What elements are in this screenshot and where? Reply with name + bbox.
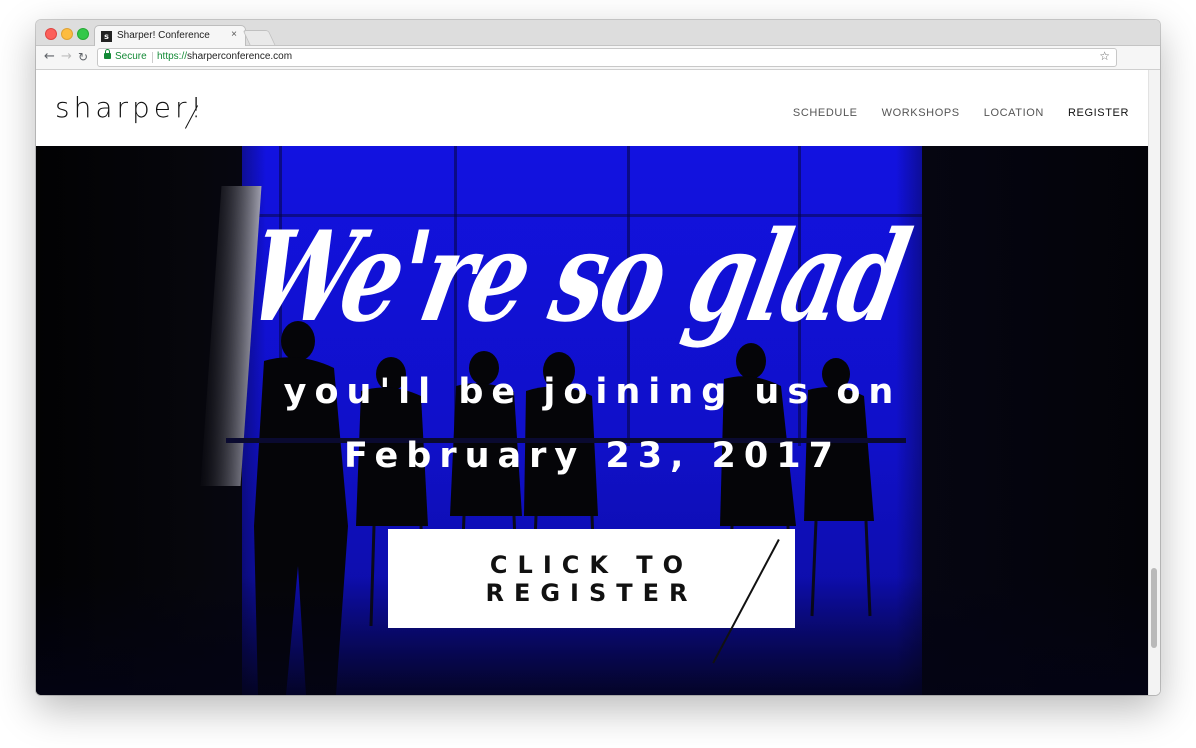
hero-section: We're so glad you'll be joining us on Fe…	[36, 146, 1149, 695]
nav-link-location[interactable]: LOCATION	[984, 107, 1044, 119]
minimize-window-button[interactable]	[61, 28, 73, 40]
site-header: sharper! SCHEDULE WORKSHOPS LOCATION REG…	[36, 70, 1149, 146]
address-divider	[152, 52, 153, 63]
tab-title: Sharper! Conference	[117, 30, 210, 41]
forward-arrow-icon[interactable]: →	[61, 49, 72, 65]
new-tab-button[interactable]	[242, 30, 276, 45]
url-text[interactable]: https://sharperconference.com	[157, 51, 292, 62]
address-bar[interactable]: Secure https://sharperconference.com ☆	[97, 48, 1117, 67]
bookmark-star-icon[interactable]: ☆	[1099, 49, 1110, 63]
browser-tab[interactable]: s Sharper! Conference ×	[94, 25, 246, 47]
page-viewport: sharper! SCHEDULE WORKSHOPS LOCATION REG…	[36, 70, 1160, 695]
click-to-register-button[interactable]: CLICK TO REGISTER	[388, 529, 795, 628]
close-window-button[interactable]	[45, 28, 57, 40]
nav-link-workshops[interactable]: WORKSHOPS	[882, 107, 960, 119]
back-arrow-icon[interactable]: ←	[44, 49, 55, 65]
browser-window: s Sharper! Conference × ← → ↻ Secure htt…	[36, 20, 1160, 695]
lock-icon	[104, 49, 111, 59]
nav-link-schedule[interactable]: SCHEDULE	[793, 107, 858, 119]
zoom-window-button[interactable]	[77, 28, 89, 40]
reload-icon[interactable]: ↻	[78, 49, 88, 65]
browser-toolbar: ← → ↻ Secure https://sharperconference.c…	[36, 46, 1160, 70]
site-logo[interactable]: sharper!	[55, 91, 206, 124]
tab-bar: s Sharper! Conference ×	[36, 20, 1160, 47]
favicon-icon: s	[101, 31, 112, 42]
scrollbar-thumb[interactable]	[1151, 568, 1157, 648]
hero-subline-joining: you'll be joining us on	[283, 372, 902, 412]
secure-label: Secure	[115, 51, 147, 62]
cta-label: CLICK TO REGISTER	[485, 550, 698, 607]
tab-close-icon[interactable]: ×	[231, 29, 237, 40]
url-scheme: https://	[157, 51, 188, 62]
url-host: sharperconference.com	[187, 51, 293, 62]
hero-headline: We're so glad	[236, 204, 918, 350]
hero-subline-date: February 23, 2017	[344, 436, 841, 476]
page-scrollbar[interactable]	[1148, 70, 1160, 695]
site-nav: SCHEDULE WORKSHOPS LOCATION REGISTER	[793, 107, 1129, 119]
nav-link-register[interactable]: REGISTER	[1068, 107, 1129, 119]
